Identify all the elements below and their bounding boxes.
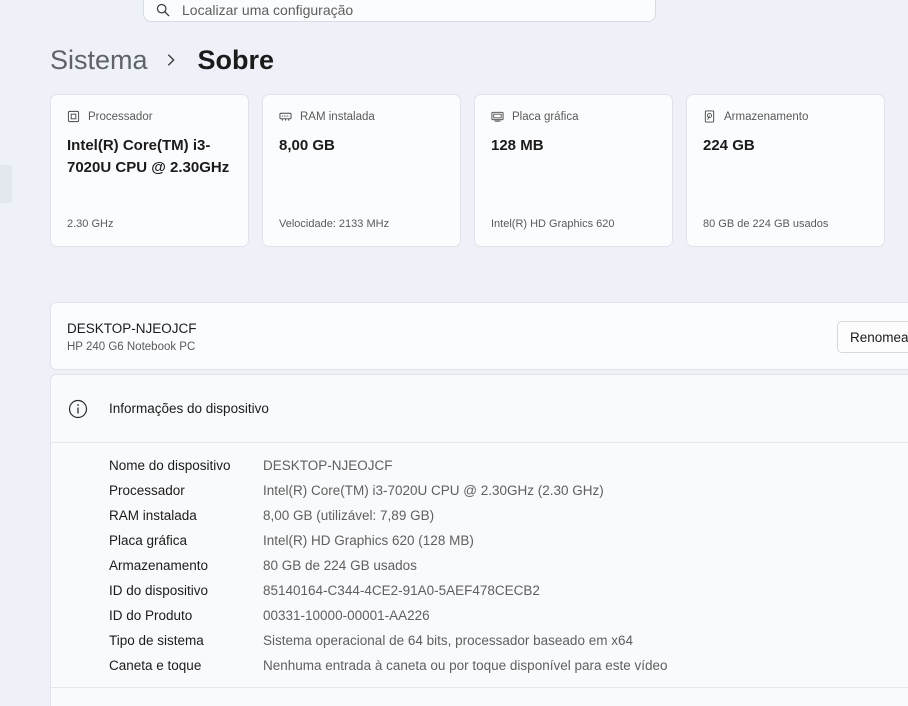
- chevron-right-icon: [167, 54, 175, 66]
- device-info-panel: Informações do dispositivo Nome do dispo…: [50, 374, 908, 706]
- info-key: Caneta e toque: [109, 658, 202, 673]
- info-value: 8,00 GB (utilizável: 7,89 GB): [263, 508, 435, 523]
- info-row-gpu: Placa gráfica Intel(R) HD Graphics 620 (…: [109, 528, 668, 553]
- info-row-product-id: ID do Produto 00331-10000-00001-AA226: [109, 603, 668, 628]
- info-key: Processador: [109, 483, 185, 498]
- page-title: Sobre: [197, 44, 275, 75]
- nav-selection-indicator: [0, 165, 12, 203]
- device-info-header[interactable]: Informações do dispositivo: [51, 375, 908, 443]
- info-value: 80 GB de 224 GB usados: [263, 558, 417, 573]
- info-row-device-name: Nome do dispositivo DESKTOP-NJEOJCF: [109, 453, 668, 478]
- ram-icon: [279, 112, 292, 121]
- device-info-title: Informações do dispositivo: [109, 401, 269, 416]
- info-key: Armazenamento: [109, 558, 209, 573]
- info-value: 85140164-C344-4CE2-91A0-5AEF478CECB2: [263, 583, 540, 598]
- info-row-device-id: ID do dispositivo 85140164-C344-4CE2-91A…: [109, 578, 668, 603]
- info-row-storage: Armazenamento 80 GB de 224 GB usados: [109, 553, 668, 578]
- device-info-table: Nome do dispositivo DESKTOP-NJEOJCF Proc…: [109, 453, 668, 678]
- info-value: Intel(R) HD Graphics 620 (128 MB): [263, 533, 474, 548]
- card-gpu: Placa gráfica 128 MB Intel(R) HD Graphic…: [474, 94, 673, 247]
- card-storage: Armazenamento 224 GB 80 GB de 224 GB usa…: [686, 94, 885, 247]
- settings-about-page: Sistema Sobre Processador Intel(R) Core(…: [0, 0, 908, 706]
- device-model: HP 240 G6 Notebook PC: [67, 341, 196, 353]
- card-subtext: 80 GB de 224 GB usados: [703, 218, 829, 230]
- card-value: Intel(R) Core(TM) i3-7020U CPU @ 2.30GHz: [67, 137, 230, 176]
- info-key: RAM instalada: [109, 508, 197, 523]
- info-row-pen-touch: Caneta e toque Nenhuma entrada à caneta …: [109, 653, 668, 678]
- card-processor: Processador Intel(R) Core(TM) i3-7020U C…: [50, 94, 249, 247]
- breadcrumb-parent-sistema[interactable]: Sistema: [50, 45, 148, 76]
- card-subtext: 2.30 GHz: [67, 218, 114, 230]
- info-value: Intel(R) Core(TM) i3-7020U CPU @ 2.30GHz…: [263, 483, 604, 498]
- info-row-ram: RAM instalada 8,00 GB (utilizável: 7,89 …: [109, 503, 668, 528]
- search-box[interactable]: [143, 0, 656, 22]
- search-input[interactable]: [182, 2, 622, 18]
- info-key: Tipo de sistema: [109, 633, 204, 648]
- device-name-row: DESKTOP-NJEOJCF HP 240 G6 Notebook PC Re…: [50, 302, 908, 370]
- storage-icon: [704, 110, 715, 123]
- info-row-processor: Processador Intel(R) Core(TM) i3-7020U C…: [109, 478, 668, 503]
- info-value: Nenhuma entrada à caneta ou por toque di…: [263, 658, 668, 673]
- card-value: 224 GB: [703, 137, 755, 154]
- device-name: DESKTOP-NJEOJCF: [67, 321, 197, 336]
- card-ram: RAM instalada 8,00 GB Velocidade: 2133 M…: [262, 94, 461, 247]
- card-subtext: Velocidade: 2133 MHz: [279, 218, 390, 230]
- cpu-icon: [67, 110, 80, 123]
- spec-cards: Processador Intel(R) Core(TM) i3-7020U C…: [50, 94, 885, 247]
- divider: [51, 687, 908, 688]
- info-value: Sistema operacional de 64 bits, processa…: [263, 633, 633, 648]
- info-value: 00331-10000-00001-AA226: [263, 608, 430, 623]
- card-value: 128 MB: [491, 137, 544, 154]
- breadcrumb: Sistema Sobre: [50, 40, 274, 80]
- card-value: 8,00 GB: [279, 137, 335, 154]
- card-label: Armazenamento: [724, 110, 809, 123]
- info-key: Nome do dispositivo: [109, 458, 231, 473]
- info-row-system-type: Tipo de sistema Sistema operacional de 6…: [109, 628, 668, 653]
- info-key: ID do Produto: [109, 608, 193, 623]
- info-icon: [68, 399, 88, 419]
- card-label: RAM instalada: [300, 110, 375, 123]
- info-key: Placa gráfica: [109, 533, 188, 548]
- gpu-icon: [491, 111, 504, 122]
- rename-button[interactable]: Renomear: [837, 321, 908, 353]
- info-key: ID do dispositivo: [109, 583, 209, 598]
- card-label: Processador: [88, 110, 153, 123]
- info-value: DESKTOP-NJEOJCF: [263, 458, 393, 473]
- card-label: Placa gráfica: [512, 110, 579, 123]
- card-subtext: Intel(R) HD Graphics 620: [491, 218, 615, 230]
- search-icon: [156, 3, 170, 17]
